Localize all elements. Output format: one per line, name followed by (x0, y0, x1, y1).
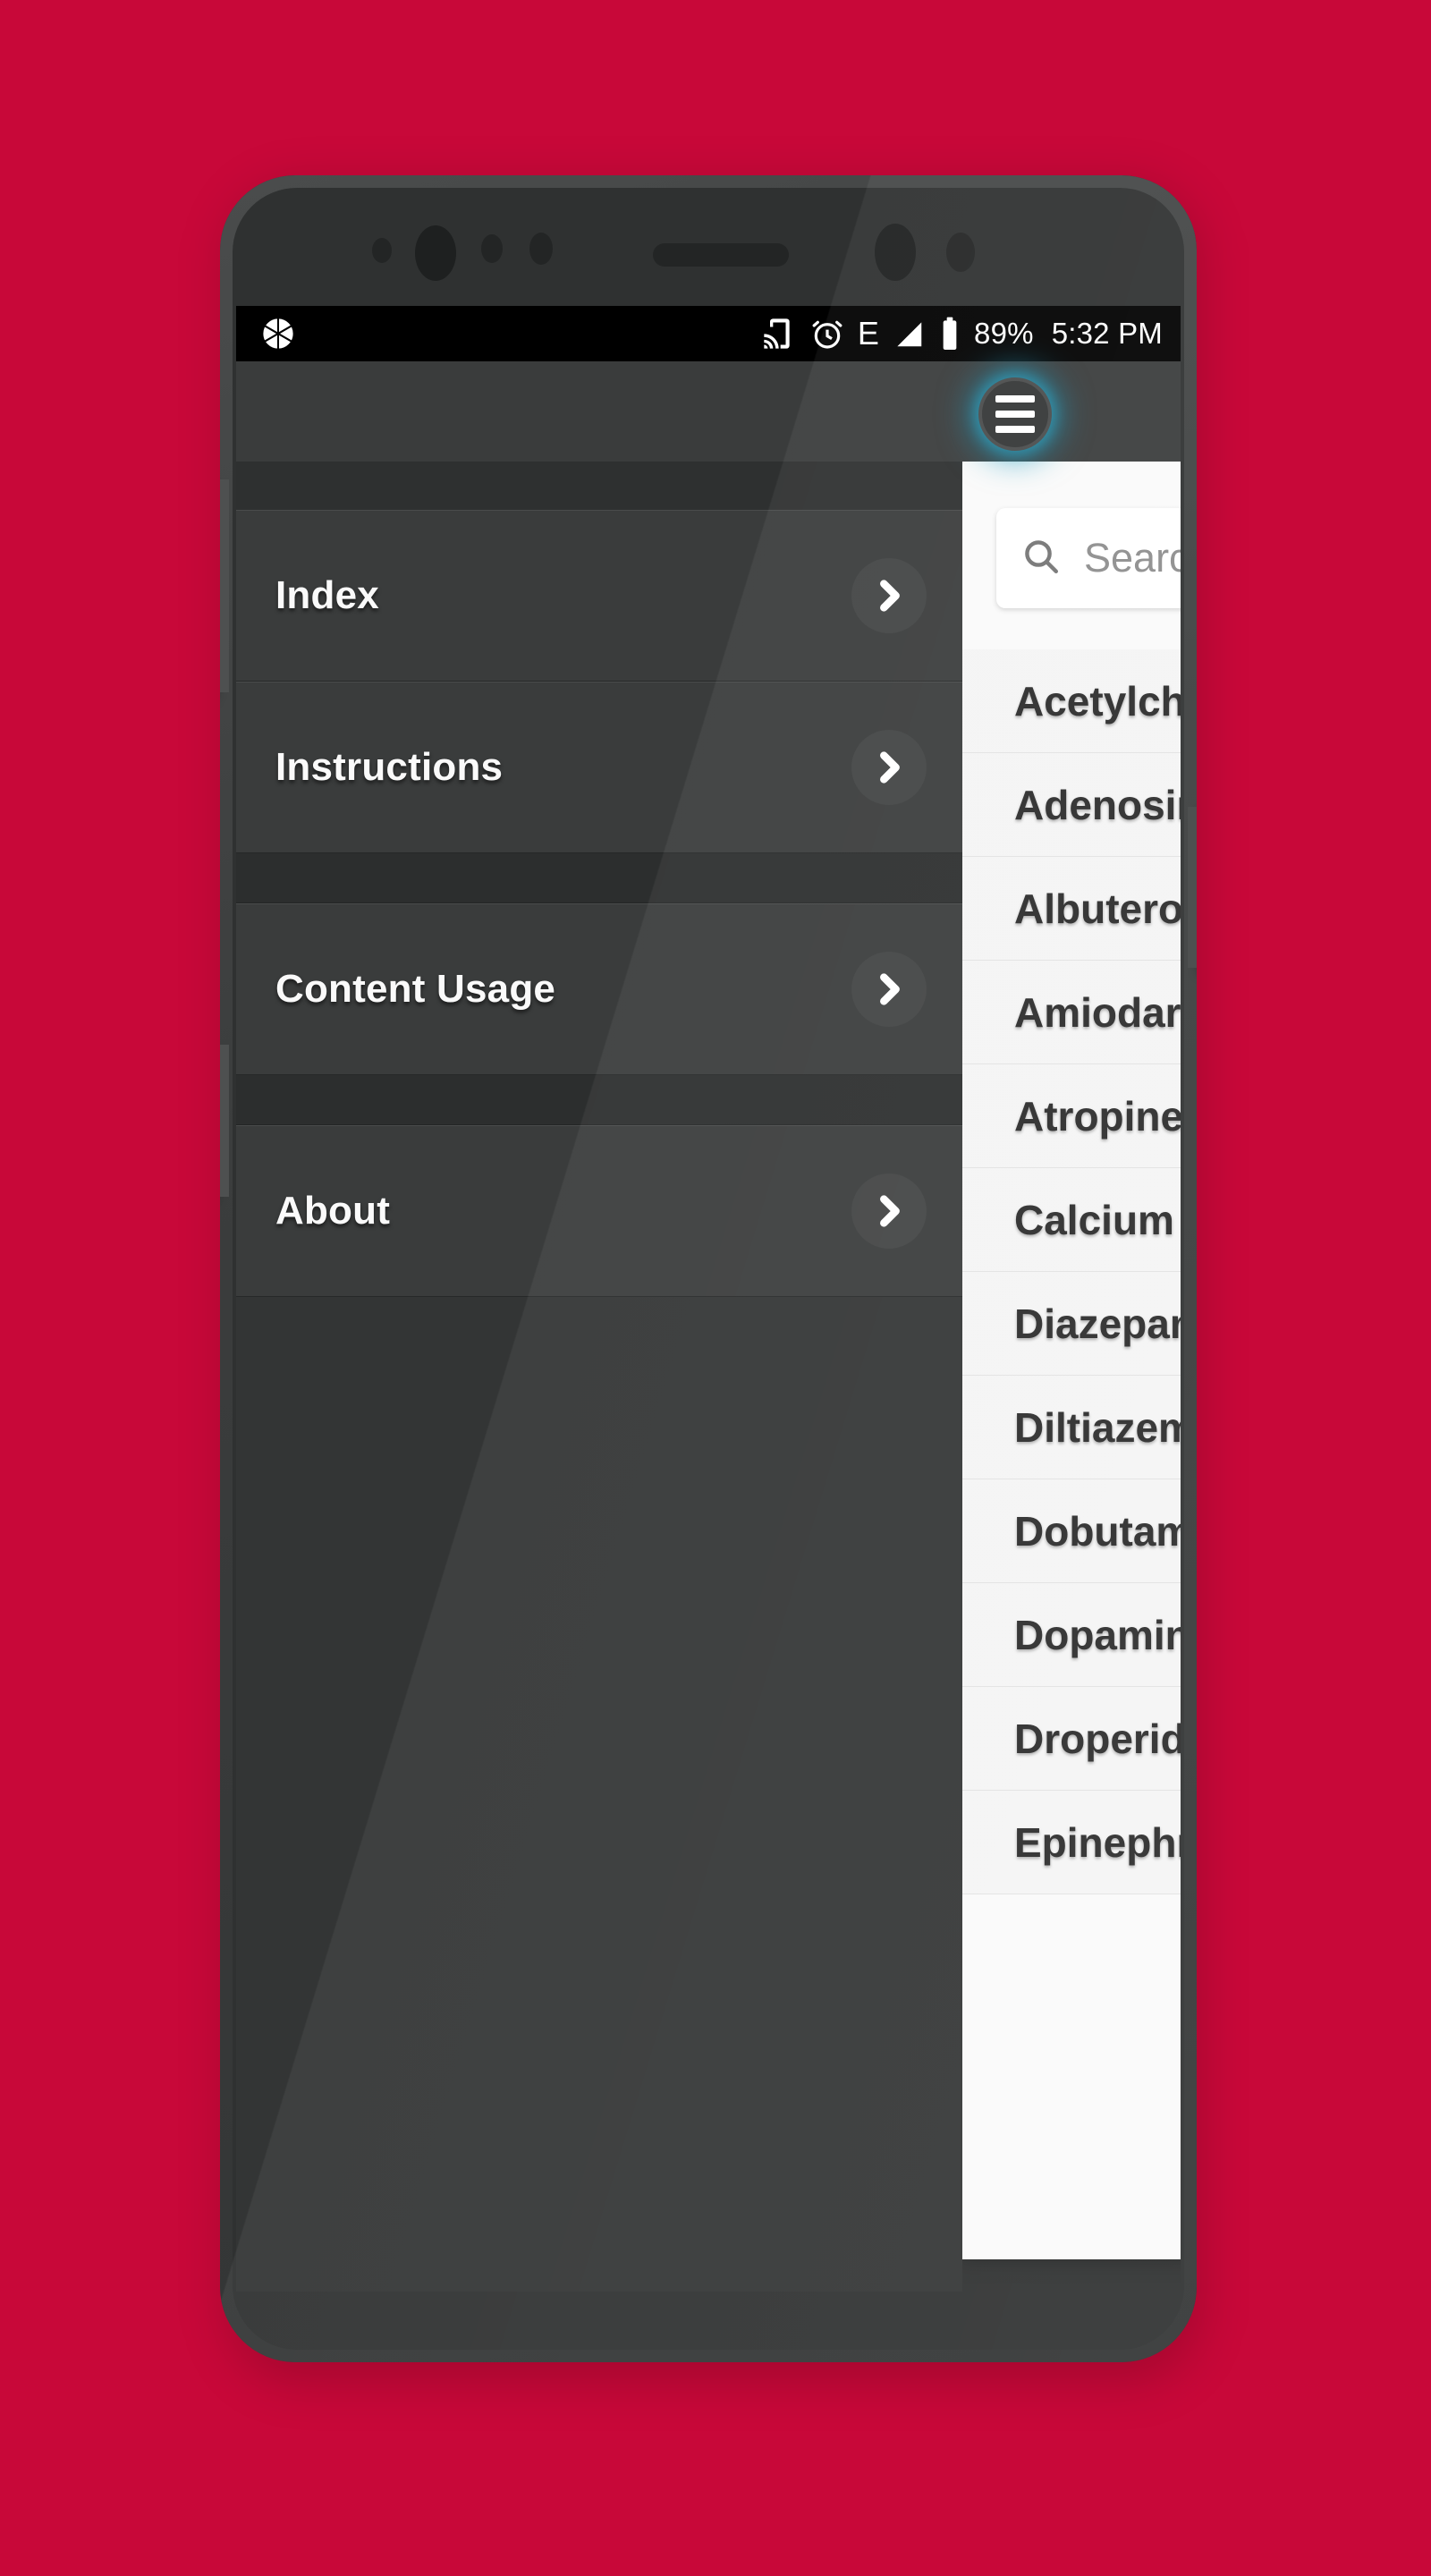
drug-list[interactable]: Acetylcholine Adenosine Albuterol Amioda… (962, 649, 1181, 1894)
volume-up-button[interactable] (220, 479, 229, 692)
led-indicator-icon (946, 233, 975, 272)
drawer-body: Index Instructions Content Usage About (236, 510, 962, 2292)
list-item[interactable]: Amiodarone (962, 961, 1181, 1064)
chevron-right-icon (851, 1174, 927, 1249)
navigation-drawer: Index Instructions Content Usage About (236, 462, 962, 2292)
drawer-item-content-usage[interactable]: Content Usage (236, 903, 962, 1075)
drawer-group-divider (236, 1075, 962, 1125)
iris-sensor-icon (529, 233, 553, 265)
edge-network-icon: E (857, 315, 880, 352)
drawer-item-label: Instructions (275, 745, 504, 789)
list-item[interactable]: Adenosine (962, 753, 1181, 857)
app-toolbar (236, 361, 1181, 462)
list-item[interactable]: Dobutamine (962, 1479, 1181, 1583)
light-sensor-icon (481, 234, 503, 263)
chevron-right-icon (851, 952, 927, 1027)
phone-screen: E 89% 5:32 PM Searc Acetylch Adenosi Alb… (236, 306, 1181, 2292)
signal-icon (892, 317, 926, 351)
drawer-item-label: About (275, 1189, 391, 1233)
list-item-label: Diltiazem (1014, 1403, 1181, 1451)
screenshot-aperture-icon (259, 315, 297, 352)
list-item-label: Adenosine (1014, 781, 1181, 828)
hamburger-bar (995, 411, 1035, 418)
front-camera-icon (415, 225, 456, 281)
list-item-label: Albuterol (1014, 885, 1181, 932)
list-item[interactable]: Dopamine (962, 1583, 1181, 1687)
status-bar-right: E 89% 5:32 PM (761, 315, 1163, 352)
secondary-camera-icon (875, 224, 916, 281)
status-bar: E 89% 5:32 PM (236, 306, 1181, 361)
chevron-right-icon (851, 558, 927, 633)
phone-inner-bezel: E 89% 5:32 PM Searc Acetylch Adenosi Alb… (233, 188, 1184, 2350)
drawer-item-label: Index (275, 573, 379, 617)
chevron-right-icon (851, 730, 927, 805)
phone-device-frame: E 89% 5:32 PM Searc Acetylch Adenosi Alb… (220, 175, 1197, 2362)
phone-top-bezel (233, 188, 1184, 306)
list-item-label: Epinephrine (1014, 1818, 1181, 1866)
drawer-group-divider (236, 853, 962, 903)
proximity-sensor-icon (372, 238, 392, 263)
list-item[interactable]: Calcium (962, 1168, 1181, 1272)
list-item-label: Acetylcholine (1014, 677, 1181, 724)
drawer-empty-space (236, 1297, 962, 2292)
drawer-item-index[interactable]: Index (236, 510, 962, 682)
list-item[interactable]: Epinephrine (962, 1791, 1181, 1894)
hamburger-menu-icon[interactable] (978, 377, 1052, 451)
list-item[interactable]: Droperidol (962, 1687, 1181, 1791)
list-item[interactable]: Diazepam (962, 1272, 1181, 1376)
search-placeholder-text: Search (1084, 535, 1181, 580)
search-icon (1020, 535, 1063, 582)
list-item-label: Droperidol (1014, 1715, 1181, 1762)
clock-label: 5:32 PM (1051, 317, 1163, 350)
status-bar-left (259, 315, 297, 352)
drawer-item-about[interactable]: About (236, 1125, 962, 1297)
list-item-label: Dopamine (1014, 1611, 1181, 1658)
drawer-item-instructions[interactable]: Instructions (236, 682, 962, 853)
list-item[interactable]: Albuterol (962, 857, 1181, 961)
list-item[interactable]: Diltiazem (962, 1376, 1181, 1479)
list-item-label: Diazepam (1014, 1300, 1181, 1347)
list-item[interactable]: Acetylcholine (962, 649, 1181, 753)
list-item-label: Atropine (1014, 1092, 1181, 1140)
hamburger-bar (995, 426, 1035, 433)
power-button[interactable] (1188, 807, 1197, 968)
app-content-area: Search Acetylcholine Adenosine Albuterol… (236, 361, 1181, 2292)
search-area: Search (962, 462, 1181, 608)
earpiece-speaker-icon (653, 243, 789, 267)
list-item[interactable]: Atropine (962, 1064, 1181, 1168)
hamburger-bar (995, 395, 1035, 402)
search-input[interactable]: Search (996, 508, 1181, 608)
drawer-item-label: Content Usage (275, 967, 556, 1011)
list-item-label: Amiodarone (1014, 988, 1181, 1036)
list-item-label: Dobutamine (1014, 1507, 1181, 1555)
drawer-header (236, 462, 962, 510)
battery-icon (938, 316, 961, 352)
drug-list-panel: Search Acetylcholine Adenosine Albuterol… (962, 462, 1181, 2259)
cast-icon (761, 316, 797, 352)
battery-percent-label: 89% (974, 317, 1034, 350)
list-item-label: Calcium (1014, 1196, 1174, 1243)
volume-down-button[interactable] (220, 1045, 229, 1197)
alarm-icon (809, 316, 845, 352)
